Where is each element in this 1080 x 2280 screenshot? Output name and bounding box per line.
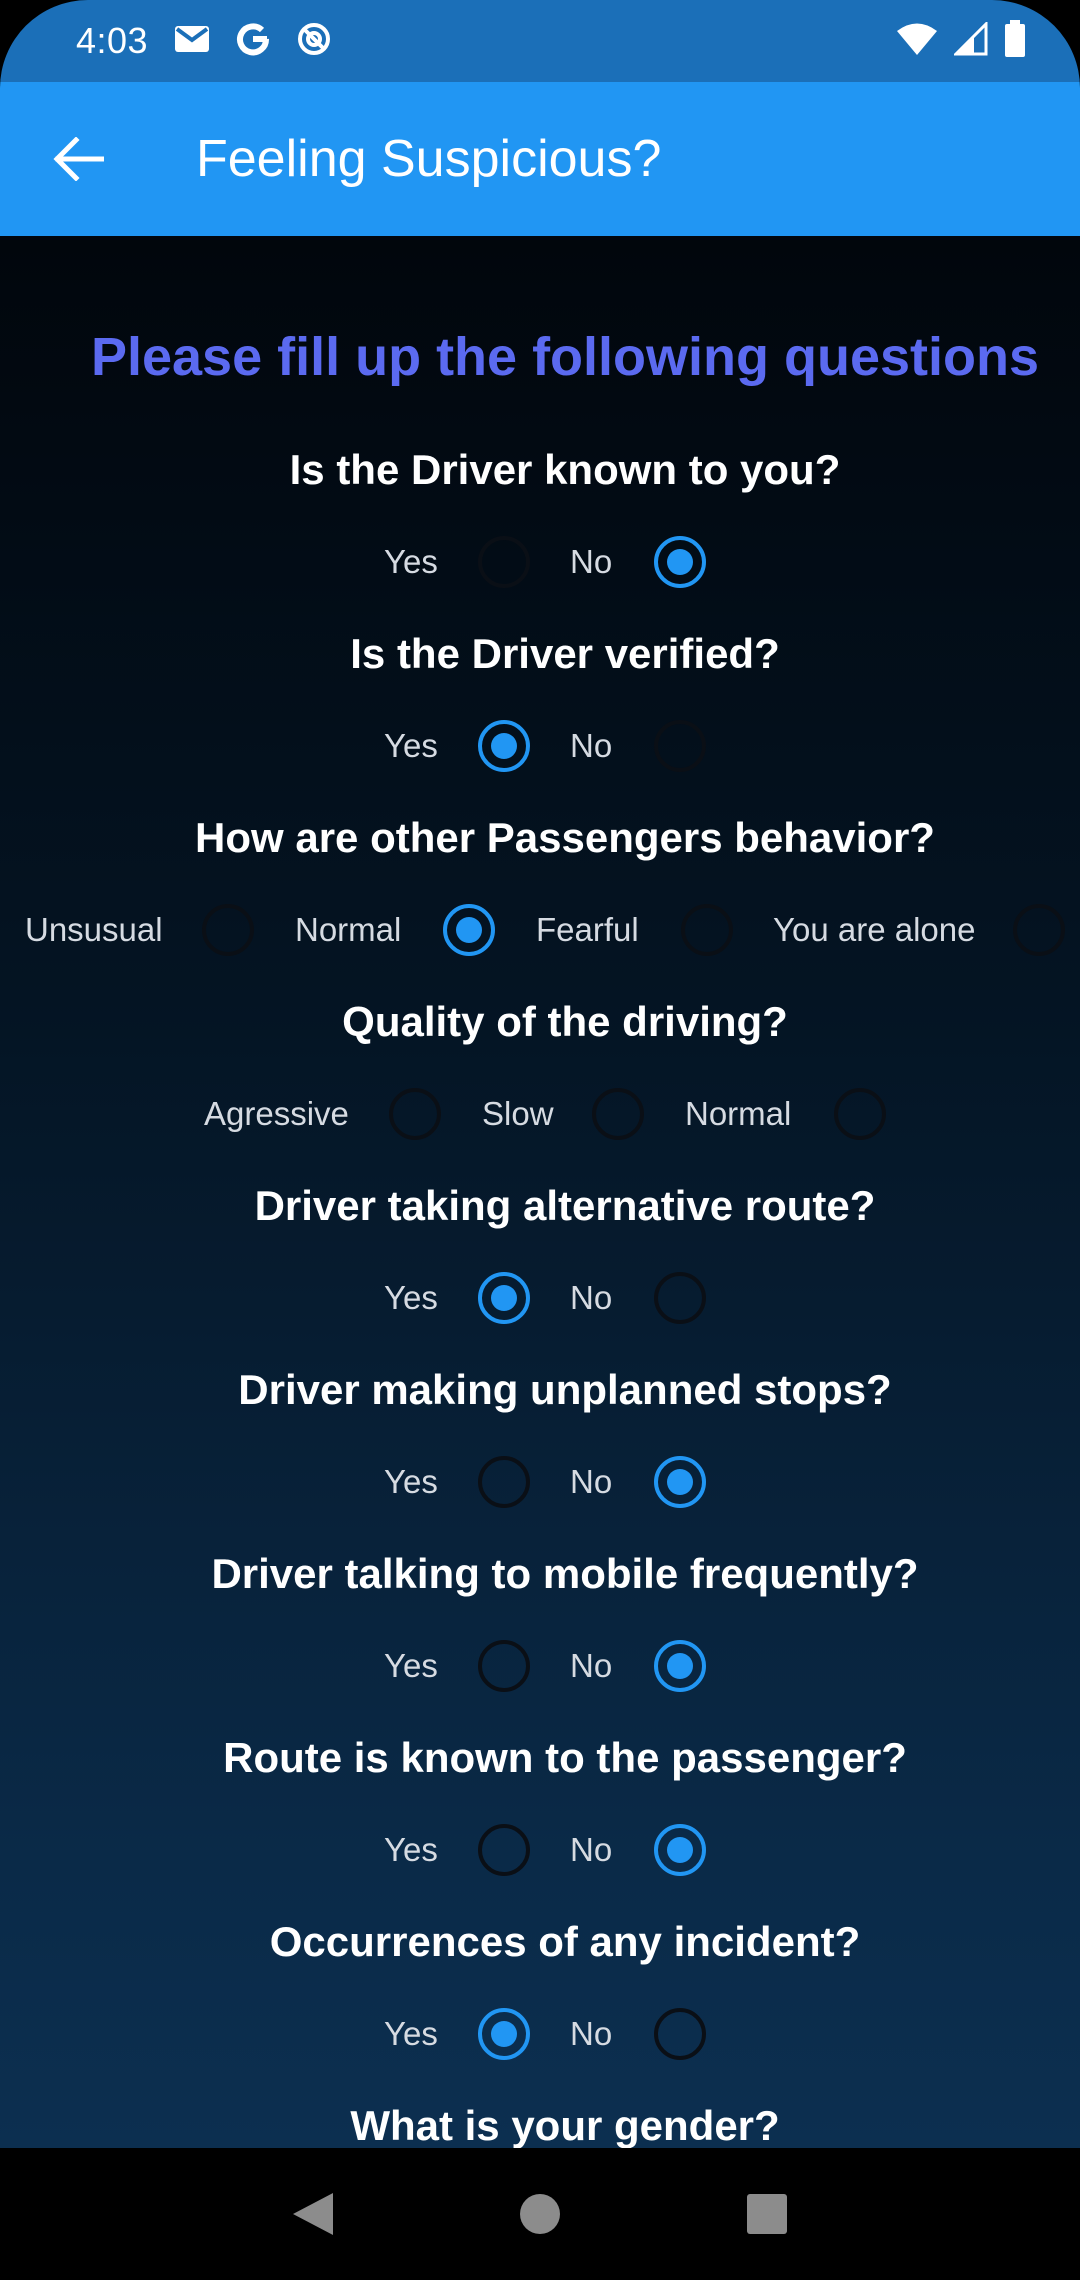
cellular-signal-icon [952, 19, 988, 61]
radio-agressive[interactable] [389, 1088, 441, 1140]
options-mobile-talking: Yes No [0, 1636, 1080, 1696]
options-unplanned-stops: Yes No [0, 1452, 1080, 1512]
radio-slow[interactable] [592, 1088, 644, 1140]
options-route-known: Yes No [0, 1820, 1080, 1880]
option-label-normal: Normal [295, 911, 402, 948]
status-right [896, 19, 1026, 63]
gmail-icon [174, 25, 210, 58]
questionnaire-content[interactable]: Please fill up the following questions I… [0, 236, 1080, 2148]
option-label-no: No [570, 1647, 613, 1684]
radio-unusual[interactable] [202, 904, 254, 956]
arrow-back-icon [53, 137, 104, 181]
battery-icon [1004, 19, 1026, 63]
option-label-no: No [570, 2015, 613, 2052]
options-driver-verified: Yes No [0, 716, 1080, 776]
option-label-yes: Yes [384, 2015, 438, 2052]
question-incident: Occurrences of any incident? [269, 1918, 861, 1965]
option-label-alone: You are alone [773, 911, 976, 948]
radio-no[interactable] [654, 2008, 706, 2060]
options-passengers-behavior: Unsusual Normal Fearful You are alone [0, 900, 1080, 960]
radio-no[interactable] [654, 1456, 706, 1508]
radio-yes[interactable] [478, 1640, 530, 1692]
option-label-no: No [570, 1279, 613, 1316]
option-label-yes: Yes [384, 1279, 438, 1316]
option-label-no: No [570, 543, 613, 580]
radio-normal[interactable] [443, 904, 495, 956]
page-title: Feeling Suspicious? [196, 130, 662, 188]
phone-screen: 4:03 Feeling Suspicious? Please fill up … [0, 0, 1080, 2280]
option-label-yes: Yes [384, 1831, 438, 1868]
option-label-slow: Slow [482, 1095, 554, 1132]
radio-yes[interactable] [478, 536, 530, 588]
nav-home-button[interactable] [510, 2184, 570, 2244]
wifi-icon [896, 22, 938, 61]
at-sign-icon [296, 21, 332, 62]
radio-normal[interactable] [834, 1088, 886, 1140]
option-label-normal: Normal [685, 1095, 792, 1132]
system-nav-bar [0, 2148, 1080, 2280]
option-label-no: No [570, 1831, 613, 1868]
option-label-yes: Yes [384, 1463, 438, 1500]
radio-fearful[interactable] [681, 904, 733, 956]
question-passengers-behavior: How are other Passengers behavior? [195, 814, 935, 861]
status-left: 4:03 [76, 20, 332, 62]
option-label-no: No [570, 727, 613, 764]
radio-no[interactable] [654, 1640, 706, 1692]
radio-yes[interactable] [478, 2008, 530, 2060]
radio-yes[interactable] [478, 1456, 530, 1508]
status-time: 4:03 [76, 20, 149, 61]
nav-recents-button[interactable] [737, 2184, 797, 2244]
nav-back-button[interactable] [283, 2184, 343, 2244]
option-label-yes: Yes [384, 727, 438, 764]
radio-no[interactable] [654, 1824, 706, 1876]
options-incident: Yes No [0, 2004, 1080, 2064]
options-driver-known: Yes No [0, 532, 1080, 592]
back-button[interactable] [38, 119, 118, 199]
radio-no[interactable] [654, 1272, 706, 1324]
question-driving-quality: Quality of the driving? [342, 998, 788, 1045]
option-label-agressive: Agressive [204, 1095, 349, 1132]
home-circle-icon [519, 2194, 560, 2234]
status-bar: 4:03 [0, 0, 1080, 82]
question-mobile-talking: Driver talking to mobile frequently? [211, 1550, 919, 1597]
app-bar: Feeling Suspicious? [0, 82, 1080, 236]
question-driver-verified: Is the Driver verified? [350, 630, 780, 677]
recents-square-icon [746, 2194, 787, 2234]
radio-no[interactable] [654, 720, 706, 772]
back-triangle-icon [293, 2193, 334, 2235]
radio-yes[interactable] [478, 720, 530, 772]
option-label-no: No [570, 1463, 613, 1500]
question-unplanned-stops: Driver making unplanned stops? [238, 1366, 892, 1413]
option-label-yes: Yes [384, 1647, 438, 1684]
google-icon [236, 22, 270, 61]
options-driving-quality: Agressive Slow Normal [0, 1084, 1080, 1144]
option-label-yes: Yes [384, 543, 438, 580]
question-gender: What is your gender? [350, 2102, 780, 2148]
form-heading: Please fill up the following questions [90, 327, 1040, 387]
option-label-unusual: Unsusual [25, 911, 163, 948]
question-alternative-route: Driver taking alternative route? [254, 1182, 876, 1229]
radio-yes[interactable] [478, 1824, 530, 1876]
question-driver-known: Is the Driver known to you? [289, 446, 841, 493]
question-route-known: Route is known to the passenger? [223, 1734, 907, 1781]
options-alternative-route: Yes No [0, 1268, 1080, 1328]
radio-alone[interactable] [1013, 904, 1065, 956]
radio-yes[interactable] [478, 1272, 530, 1324]
option-label-fearful: Fearful [536, 911, 639, 948]
radio-no[interactable] [654, 536, 706, 588]
